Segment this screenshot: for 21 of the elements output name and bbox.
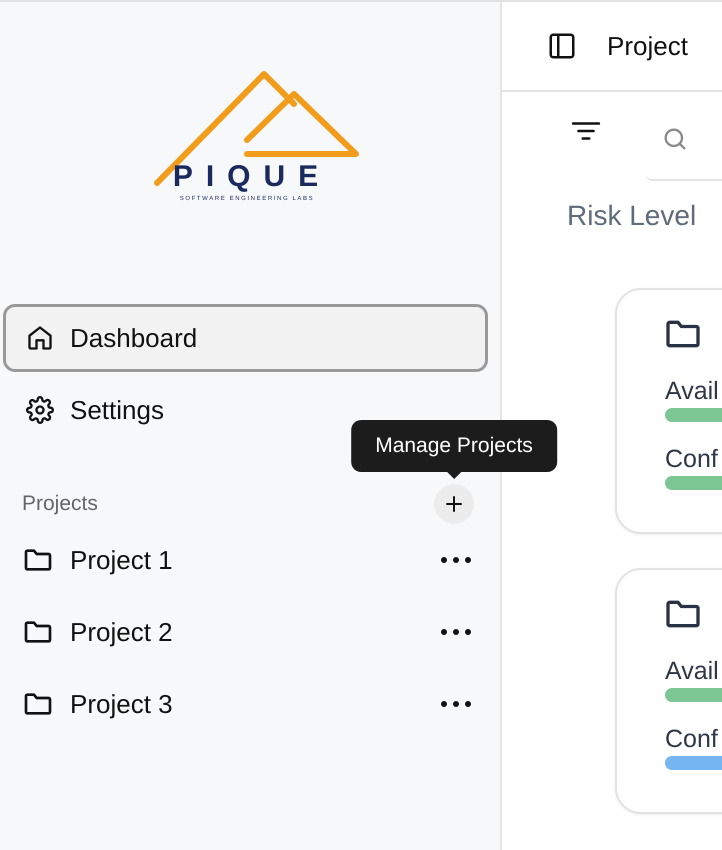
- settings-icon: [26, 396, 54, 424]
- nav-item[interactable]: Dashboard: [3, 304, 488, 372]
- page-title: Project: [607, 30, 688, 62]
- more-options-icon[interactable]: [440, 628, 472, 636]
- section-title: Projects: [22, 492, 98, 516]
- project-item[interactable]: Project 3: [22, 688, 173, 720]
- project-item[interactable]: Project 1: [22, 544, 173, 576]
- more-options-icon[interactable]: [440, 556, 472, 564]
- project-item[interactable]: Project 2: [22, 616, 173, 648]
- add-project-button[interactable]: [434, 484, 474, 524]
- metric-label: Avail: [665, 376, 720, 406]
- tooltip: Manage Projects: [351, 420, 557, 472]
- logo-wordmark: PIQUE: [172, 160, 332, 194]
- section-heading: Risk Level: [566, 199, 698, 232]
- sidebar-toggle-icon[interactable]: [547, 31, 577, 61]
- home-icon: [26, 324, 54, 352]
- metric-label: Conf: [665, 724, 719, 754]
- more-options-icon[interactable]: [440, 700, 472, 708]
- metric-label: Conf: [665, 444, 719, 474]
- filter-icon[interactable]: [571, 120, 601, 142]
- metric-label: Avail: [665, 656, 720, 686]
